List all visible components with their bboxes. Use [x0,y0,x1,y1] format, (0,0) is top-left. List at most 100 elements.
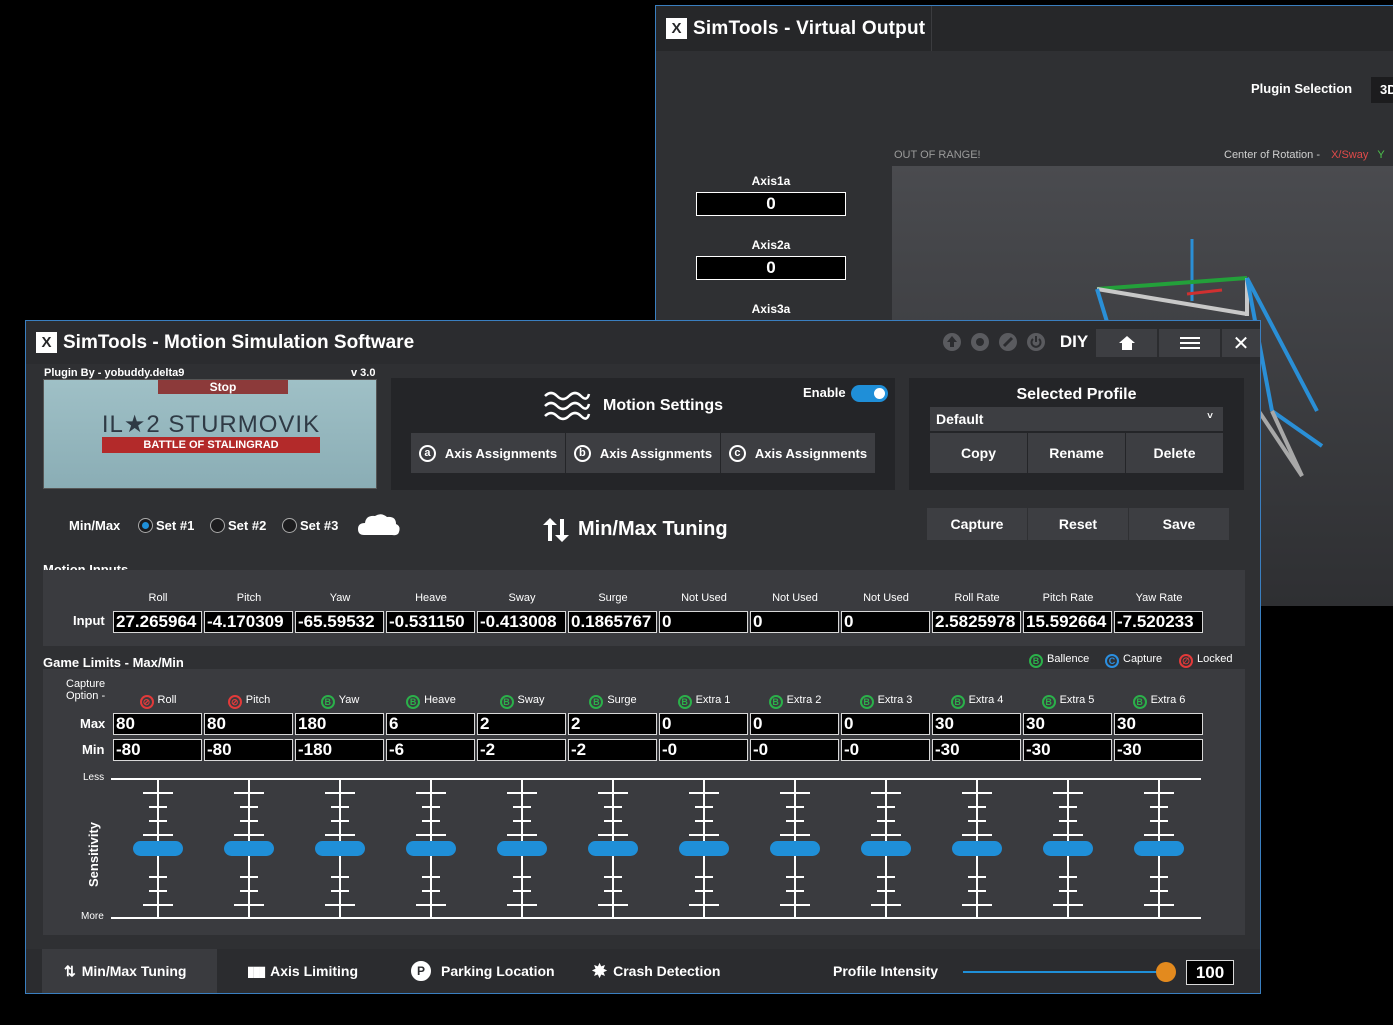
min-value-field[interactable]: -2 [477,739,566,761]
rename-profile-button[interactable]: Rename [1028,433,1125,473]
motion-input-value[interactable]: 27.265964 [113,611,202,633]
max-value-field[interactable]: 0 [750,713,839,735]
sensitivity-slider-thumb[interactable] [679,840,729,856]
motion-input-value[interactable]: 15.592664 [1023,611,1112,633]
limit-column-header[interactable]: B Extra 4 [932,694,1022,709]
set2-radio[interactable]: Set #2 [210,518,266,533]
power-icon[interactable] [1025,328,1047,356]
save-button[interactable]: Save [1129,508,1229,540]
max-value-field[interactable]: 30 [1114,713,1203,735]
game-limits-title: Game Limits - Max/Min [43,655,184,670]
sensitivity-slider-thumb[interactable] [861,840,911,856]
motion-input-value[interactable]: 0.1865767 [568,611,657,633]
min-value-field[interactable]: -6 [386,739,475,761]
motion-input-value[interactable]: -7.520233 [1114,611,1203,633]
intensity-slider-track[interactable] [963,971,1166,973]
locked-icon: ∅ [1179,654,1193,668]
profile-dropdown[interactable]: Default ˅ [930,407,1223,431]
max-value-field[interactable]: 2 [477,713,566,735]
motion-input-value[interactable]: 0 [659,611,748,633]
set1-radio[interactable]: Set #1 [138,518,194,533]
limit-column-header[interactable]: B Extra 5 [1023,694,1113,709]
sensitivity-slider-thumb[interactable] [133,840,183,856]
reset-button[interactable]: Reset [1028,508,1128,540]
tab-axis-limiting[interactable]: ▮▮▮ Axis Limiting [247,949,358,993]
tools-icon[interactable] [997,328,1019,356]
slider-tick [871,904,901,906]
close-icon[interactable]: ✕ [1222,329,1260,357]
limit-column-header[interactable]: B Extra 3 [841,694,931,709]
slider-tick [422,876,440,878]
min-value-field[interactable]: -2 [568,739,657,761]
home-icon[interactable] [1096,329,1157,357]
center-rotation-axis[interactable]: X/Sway [1331,149,1368,161]
min-value-field[interactable]: -30 [1114,739,1203,761]
sensitivity-slider-thumb[interactable] [406,840,456,856]
motion-input-value[interactable]: -0.531150 [386,611,475,633]
max-value-field[interactable]: 0 [841,713,930,735]
motion-input-value[interactable]: -4.170309 [204,611,293,633]
motion-input-value[interactable]: -0.413008 [477,611,566,633]
max-value-field[interactable]: 2 [568,713,657,735]
cloud-icon[interactable] [356,511,402,539]
sensitivity-slider-thumb[interactable] [1043,840,1093,856]
max-value-field[interactable]: 0 [659,713,748,735]
sensitivity-slider-thumb[interactable] [952,840,1002,856]
diy-label[interactable]: DIY [1058,328,1090,356]
limit-column-header[interactable]: B Extra 2 [750,694,840,709]
min-value-field[interactable]: -0 [841,739,930,761]
min-value-field[interactable]: -80 [113,739,202,761]
limit-column-header[interactable]: B Heave [386,694,476,709]
min-value-field[interactable]: -0 [750,739,839,761]
tab-crash-detection[interactable]: ✸ Crash Detection [592,949,720,993]
max-value-field[interactable]: 30 [1023,713,1112,735]
axis-assignments-c-button[interactable]: c Axis Assignments [721,433,875,473]
min-value-field[interactable]: -80 [204,739,293,761]
axis-assignments-a-button[interactable]: a Axis Assignments [411,433,565,473]
capture-button[interactable]: Capture [927,508,1027,540]
motion-input-header: Sway [508,592,536,604]
axis-assignments-b-button[interactable]: b Axis Assignments [566,433,720,473]
enable-toggle[interactable] [851,385,888,402]
motion-input-value[interactable]: -65.59532 [295,611,384,633]
motion-input-value[interactable]: 0 [841,611,930,633]
tab-parking-location[interactable]: P Parking Location [411,949,555,993]
sensitivity-slider-thumb[interactable] [588,840,638,856]
plugin-selection-dropdown[interactable]: 3D [1371,77,1393,103]
plugin-gear-icon[interactable] [969,328,991,356]
set3-radio[interactable]: Set #3 [282,518,338,533]
limit-column-header[interactable]: B Yaw [295,694,385,709]
limit-column-header[interactable]: ⊘ Pitch [204,694,294,709]
min-value-field[interactable]: -0 [659,739,748,761]
tab-minmax-tuning[interactable]: ⇅ Min/Max Tuning [42,949,217,993]
max-value-field[interactable]: 80 [204,713,293,735]
copy-profile-button[interactable]: Copy [930,433,1027,473]
delete-profile-button[interactable]: Delete [1126,433,1223,473]
menu-icon[interactable] [1159,329,1220,357]
stop-button[interactable]: Stop [158,380,288,394]
sensitivity-slider-thumb[interactable] [497,840,547,856]
center-rotation-axis2[interactable]: Y [1377,149,1384,161]
max-value-field[interactable]: 180 [295,713,384,735]
limit-column-header[interactable]: B Extra 6 [1114,694,1204,709]
max-value-field[interactable]: 6 [386,713,475,735]
intensity-slider-knob[interactable] [1156,962,1176,982]
sensitivity-slider-thumb[interactable] [315,840,365,856]
min-value-field[interactable]: -180 [295,739,384,761]
sensitivity-slider-thumb[interactable] [770,840,820,856]
limit-column-header[interactable]: ⊘ Roll [113,694,203,709]
limit-column-header[interactable]: B Sway [477,694,567,709]
limit-column-header[interactable]: B Surge [568,694,658,709]
sensitivity-slider-thumb[interactable] [224,840,274,856]
upload-icon[interactable] [941,328,963,356]
max-value-field[interactable]: 30 [932,713,1021,735]
max-value-field[interactable]: 80 [113,713,202,735]
motion-input-value[interactable]: 0 [750,611,839,633]
intensity-value-field[interactable]: 100 [1186,960,1234,985]
sensitivity-slider-thumb[interactable] [1134,840,1184,856]
min-value-field[interactable]: -30 [1023,739,1112,761]
limit-column-header[interactable]: B Extra 1 [659,694,749,709]
slider-tick [962,834,992,836]
min-value-field[interactable]: -30 [932,739,1021,761]
motion-input-value[interactable]: 2.5825978 [932,611,1021,633]
